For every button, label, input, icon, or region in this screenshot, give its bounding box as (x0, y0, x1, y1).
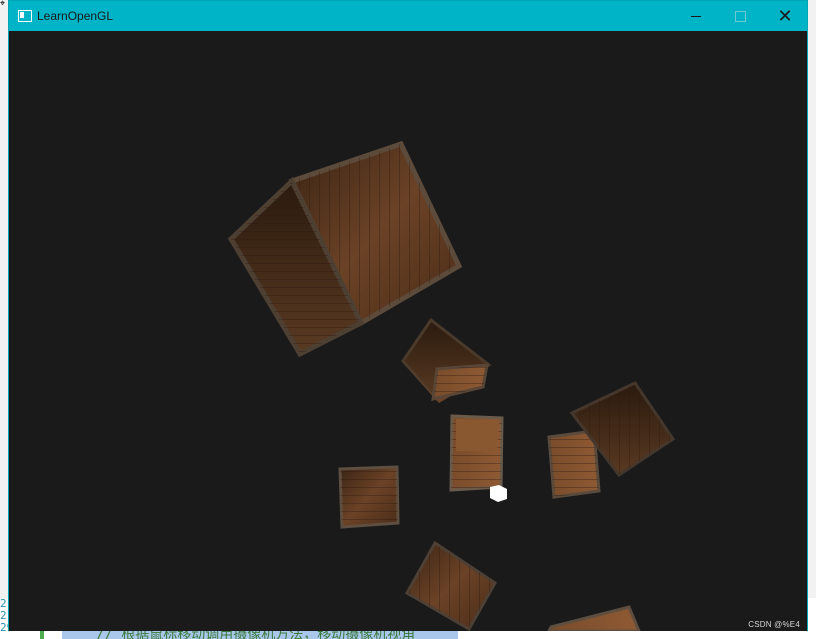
minimize-icon (691, 16, 701, 17)
maximize-icon (735, 11, 746, 22)
large-crate (227, 140, 463, 358)
title-bar[interactable]: LearnOpenGL ✕ (9, 1, 807, 31)
crate-middle (401, 317, 492, 403)
desktop: 2 2 29 // 根据鼠标移动调用摄像机方法，移动摄像机视角 ⌖ LearnO… (0, 0, 816, 639)
crate-bottom-right (547, 605, 641, 631)
minimize-button[interactable] (673, 1, 719, 31)
close-icon: ✕ (777, 6, 793, 26)
app-window[interactable]: LearnOpenGL ✕ CSDN @%E4 (8, 0, 808, 631)
scene-canvas (227, 140, 676, 631)
mouse-cursor-icon: ⌖ (0, 0, 6, 8)
opengl-viewport[interactable]: CSDN @%E4 (9, 31, 807, 631)
crate-lower (404, 540, 497, 631)
crate-right (547, 381, 676, 499)
window-title: LearnOpenGL (37, 9, 114, 23)
watermark-text: CSDN @%E4 (748, 620, 800, 629)
light-source-cube (490, 485, 507, 502)
window-app-icon (18, 10, 32, 22)
crate-center (449, 414, 504, 492)
maximize-button[interactable] (717, 1, 763, 31)
close-button[interactable]: ✕ (762, 1, 808, 31)
crate-left (338, 465, 400, 529)
